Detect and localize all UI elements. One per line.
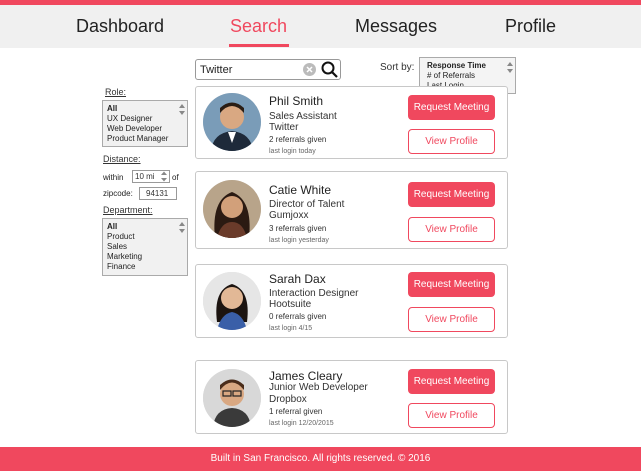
zipcode-label: zipcode:: [103, 189, 133, 198]
sort-option[interactable]: # of Referrals: [427, 71, 475, 80]
department-label: Department:: [103, 205, 153, 215]
department-option[interactable]: All: [107, 222, 117, 231]
person-name: Catie White: [269, 183, 332, 197]
distance-value: 10 mi: [135, 172, 155, 181]
person-title: Interaction Designer: [269, 288, 359, 299]
person-name: Phil Smith: [269, 94, 324, 108]
view-profile-button[interactable]: View Profile: [408, 403, 495, 428]
last-login: last login 4/15: [269, 325, 313, 332]
department-select[interactable]: All Product Sales Marketing Finance: [102, 218, 188, 276]
zipcode-input[interactable]: 94131: [139, 187, 177, 200]
spinner-arrows-icon[interactable]: [160, 171, 168, 185]
search-box: [195, 59, 341, 80]
person-name: James Cleary: [269, 369, 343, 383]
person-title: Sales Assistant: [269, 111, 337, 122]
last-login: last login yesterday: [269, 237, 329, 244]
main-nav: Dashboard Search Messages Profile: [0, 5, 641, 48]
role-option[interactable]: Product Manager: [107, 134, 168, 143]
person-name: Sarah Dax: [269, 272, 326, 286]
request-meeting-button[interactable]: Request Meeting: [408, 182, 495, 207]
nav-messages[interactable]: Messages: [355, 16, 437, 37]
request-meeting-button[interactable]: Request Meeting: [408, 272, 495, 297]
view-profile-button[interactable]: View Profile: [408, 217, 495, 242]
result-card: Catie White Director of Talent Gumjoxx 3…: [195, 171, 508, 249]
last-login: last login 12/20/2015: [269, 420, 334, 427]
person-title: Director of Talent: [269, 199, 345, 210]
department-option[interactable]: Sales: [107, 242, 127, 251]
department-option[interactable]: Product: [107, 232, 135, 241]
referral-count: 0 referrals given: [269, 312, 327, 321]
view-profile-button[interactable]: View Profile: [408, 307, 495, 332]
role-option[interactable]: UX Designer: [107, 114, 152, 123]
role-option[interactable]: Web Developer: [107, 124, 162, 133]
avatar: [203, 93, 261, 151]
result-card: James Cleary Junior Web Developer Dropbo…: [195, 360, 508, 434]
referral-count: 1 referral given: [269, 407, 323, 416]
referral-count: 3 referrals given: [269, 224, 327, 233]
person-company: Gumjoxx: [269, 210, 309, 221]
distance-label: Distance:: [103, 154, 141, 164]
role-option[interactable]: All: [107, 104, 117, 113]
within-label: within: [103, 173, 124, 182]
request-meeting-button[interactable]: Request Meeting: [408, 95, 495, 120]
avatar: [203, 369, 261, 427]
search-icon[interactable]: [320, 60, 340, 80]
result-card: Phil Smith Sales Assistant Twitter 2 ref…: [195, 86, 508, 159]
active-tab-indicator: [229, 44, 289, 47]
sort-label: Sort by:: [380, 62, 415, 73]
sort-option[interactable]: Response Time: [427, 61, 486, 70]
distance-stepper[interactable]: 10 mi: [132, 170, 170, 183]
person-title: Junior Web Developer: [269, 382, 368, 393]
nav-dashboard[interactable]: Dashboard: [76, 16, 164, 37]
department-option[interactable]: Marketing: [107, 252, 142, 261]
request-meeting-button[interactable]: Request Meeting: [408, 369, 495, 394]
search-input[interactable]: [200, 62, 300, 77]
view-profile-button[interactable]: View Profile: [408, 129, 495, 154]
nav-profile[interactable]: Profile: [505, 16, 556, 37]
last-login: last login today: [269, 148, 316, 155]
person-company: Twitter: [269, 122, 299, 133]
avatar: [203, 272, 261, 330]
clear-search-icon[interactable]: [303, 63, 316, 76]
referral-count: 2 referrals given: [269, 135, 327, 144]
of-label: of: [172, 173, 179, 182]
person-company: Hootsuite: [269, 299, 312, 310]
role-select[interactable]: All UX Designer Web Developer Product Ma…: [102, 100, 188, 147]
avatar: [203, 180, 261, 238]
department-option[interactable]: Finance: [107, 262, 135, 271]
spinner-arrows-icon[interactable]: [506, 61, 514, 75]
footer: Built in San Francisco. All rights reser…: [0, 447, 641, 471]
spinner-arrows-icon[interactable]: [178, 221, 186, 235]
person-company: Dropbox: [269, 394, 307, 405]
result-card: Sarah Dax Interaction Designer Hootsuite…: [195, 264, 508, 338]
nav-search[interactable]: Search: [230, 16, 287, 37]
spinner-arrows-icon[interactable]: [178, 103, 186, 117]
role-label: Role:: [105, 87, 127, 97]
